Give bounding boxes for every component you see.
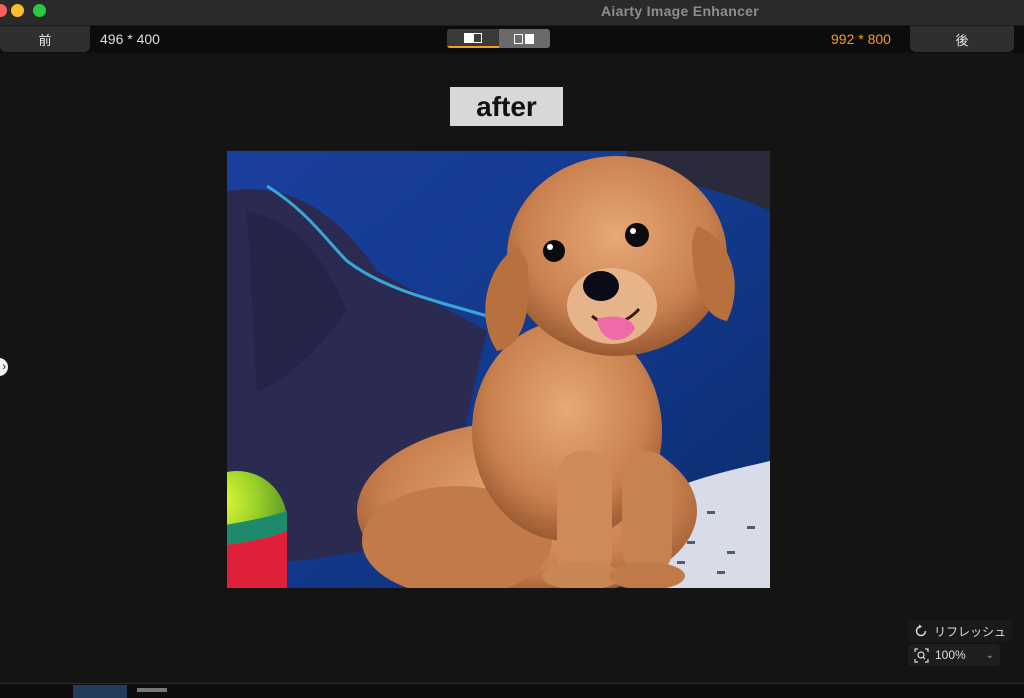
title-bar: Aiarty Image Enhancer xyxy=(0,0,1024,26)
single-view-button[interactable] xyxy=(447,29,499,48)
refresh-label: リフレッシュ xyxy=(934,624,1007,639)
single-view-icon xyxy=(463,32,482,43)
split-view-button[interactable] xyxy=(498,29,550,48)
before-tab[interactable]: 前 xyxy=(0,26,90,52)
preview-image[interactable] xyxy=(227,151,770,588)
top-toolbar: 前 496 * 400 992 * 800 後 xyxy=(0,26,1024,53)
close-window-button[interactable] xyxy=(0,4,7,17)
chevron-down-icon: ⌄ xyxy=(985,649,994,661)
refresh-icon xyxy=(915,624,927,637)
split-view-icon xyxy=(514,33,535,44)
after-tab[interactable]: 後 xyxy=(910,26,1014,52)
refresh-button[interactable]: リフレッシュ xyxy=(908,620,1013,642)
zoom-icon xyxy=(914,647,929,663)
bottom-tab[interactable] xyxy=(137,688,167,692)
chevron-right-icon: › xyxy=(2,361,6,373)
minimize-window-button[interactable] xyxy=(11,4,24,17)
after-overlay-label: after xyxy=(450,87,563,126)
original-resolution: 496 * 400 xyxy=(100,31,160,47)
bottom-toolbar xyxy=(0,683,1024,698)
view-mode-toggle xyxy=(447,29,550,48)
window-title: Aiarty Image Enhancer xyxy=(600,3,760,19)
maximize-window-button[interactable] xyxy=(33,4,46,17)
zoom-level: 100% xyxy=(935,648,966,662)
enhanced-resolution: 992 * 800 xyxy=(831,31,891,47)
bottom-tab-active[interactable] xyxy=(73,685,127,698)
zoom-dropdown[interactable]: 100% ⌄ xyxy=(908,644,1000,666)
